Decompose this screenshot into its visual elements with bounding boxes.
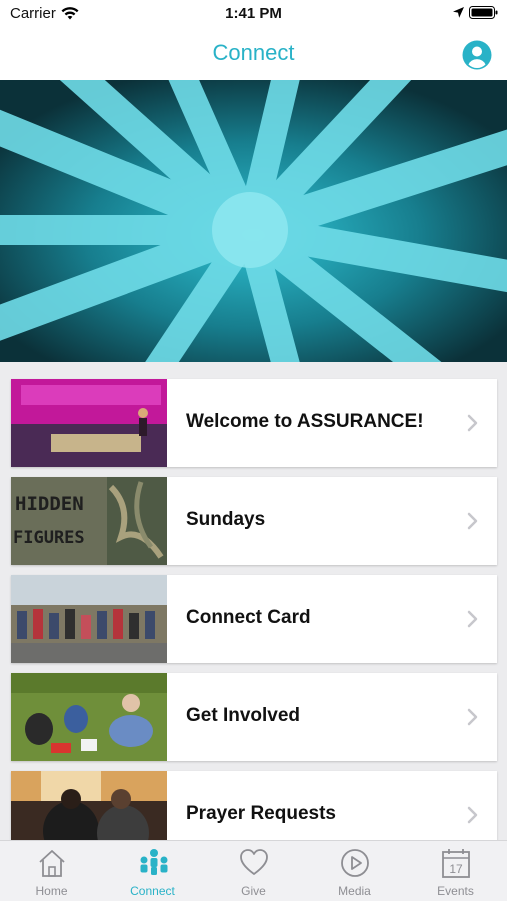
card-title: Sundays [186, 509, 266, 530]
hidden-figures-photo: HIDDEN FIGURES [11, 477, 167, 565]
chevron-right-icon [467, 512, 478, 530]
outdoor-group-photo [11, 673, 167, 761]
play-icon [341, 849, 369, 877]
tab-label: Home [35, 884, 68, 898]
chevron-right-icon [467, 610, 478, 628]
home-icon [39, 850, 65, 877]
list-item[interactable]: HIDDEN FIGURES Sundays [11, 477, 497, 565]
chevron-right-icon [467, 708, 478, 726]
card-thumbnail [11, 575, 167, 663]
clock-label: 1:41 PM [225, 5, 282, 22]
heart-icon [240, 849, 268, 875]
calendar-badge: 17 [449, 862, 463, 876]
tab-events[interactable]: 17 Events [405, 841, 506, 901]
tab-label: Give [241, 884, 266, 898]
stage-photo [11, 379, 167, 467]
profile-button[interactable] [462, 40, 492, 70]
card-title: Connect Card [186, 607, 311, 628]
card-thumbnail: HIDDEN FIGURES [11, 477, 167, 565]
hands-together-photo [0, 80, 507, 362]
card-title: Welcome to ASSURANCE! [186, 411, 424, 432]
tab-label: Media [338, 884, 371, 898]
chevron-right-icon [467, 806, 478, 824]
calendar-icon: 17 [442, 849, 470, 878]
tab-media[interactable]: Media [304, 841, 405, 901]
list-item[interactable]: Get Involved [11, 673, 497, 761]
tab-label: Connect [130, 884, 175, 898]
group-photo [11, 575, 167, 663]
battery-icon [469, 6, 498, 19]
hero-image [0, 80, 507, 362]
hidden-figures-text: FIGURES [13, 528, 85, 548]
card-thumbnail [11, 379, 167, 467]
list-item[interactable]: Welcome to ASSURANCE! [11, 379, 497, 467]
navigation-bar: Connect [0, 28, 507, 80]
tab-home[interactable]: Home [1, 841, 102, 901]
tab-bar: Home Connect Give Media 17 Events [0, 840, 507, 901]
location-arrow-icon [453, 7, 464, 18]
page-title: Connect [212, 40, 295, 65]
person-icon [462, 40, 492, 70]
card-title: Get Involved [186, 705, 301, 726]
hidden-figures-text: HIDDEN [15, 493, 84, 515]
status-bar: Carrier 1:41 PM [0, 0, 507, 28]
chevron-right-icon [467, 414, 478, 432]
card-thumbnail [11, 673, 167, 761]
card-title: Prayer Requests [186, 803, 336, 824]
people-icon [140, 849, 168, 875]
list-item[interactable]: Connect Card [11, 575, 497, 663]
tab-give[interactable]: Give [203, 841, 304, 901]
tab-label: Events [437, 884, 474, 898]
tab-connect[interactable]: Connect [102, 841, 203, 901]
